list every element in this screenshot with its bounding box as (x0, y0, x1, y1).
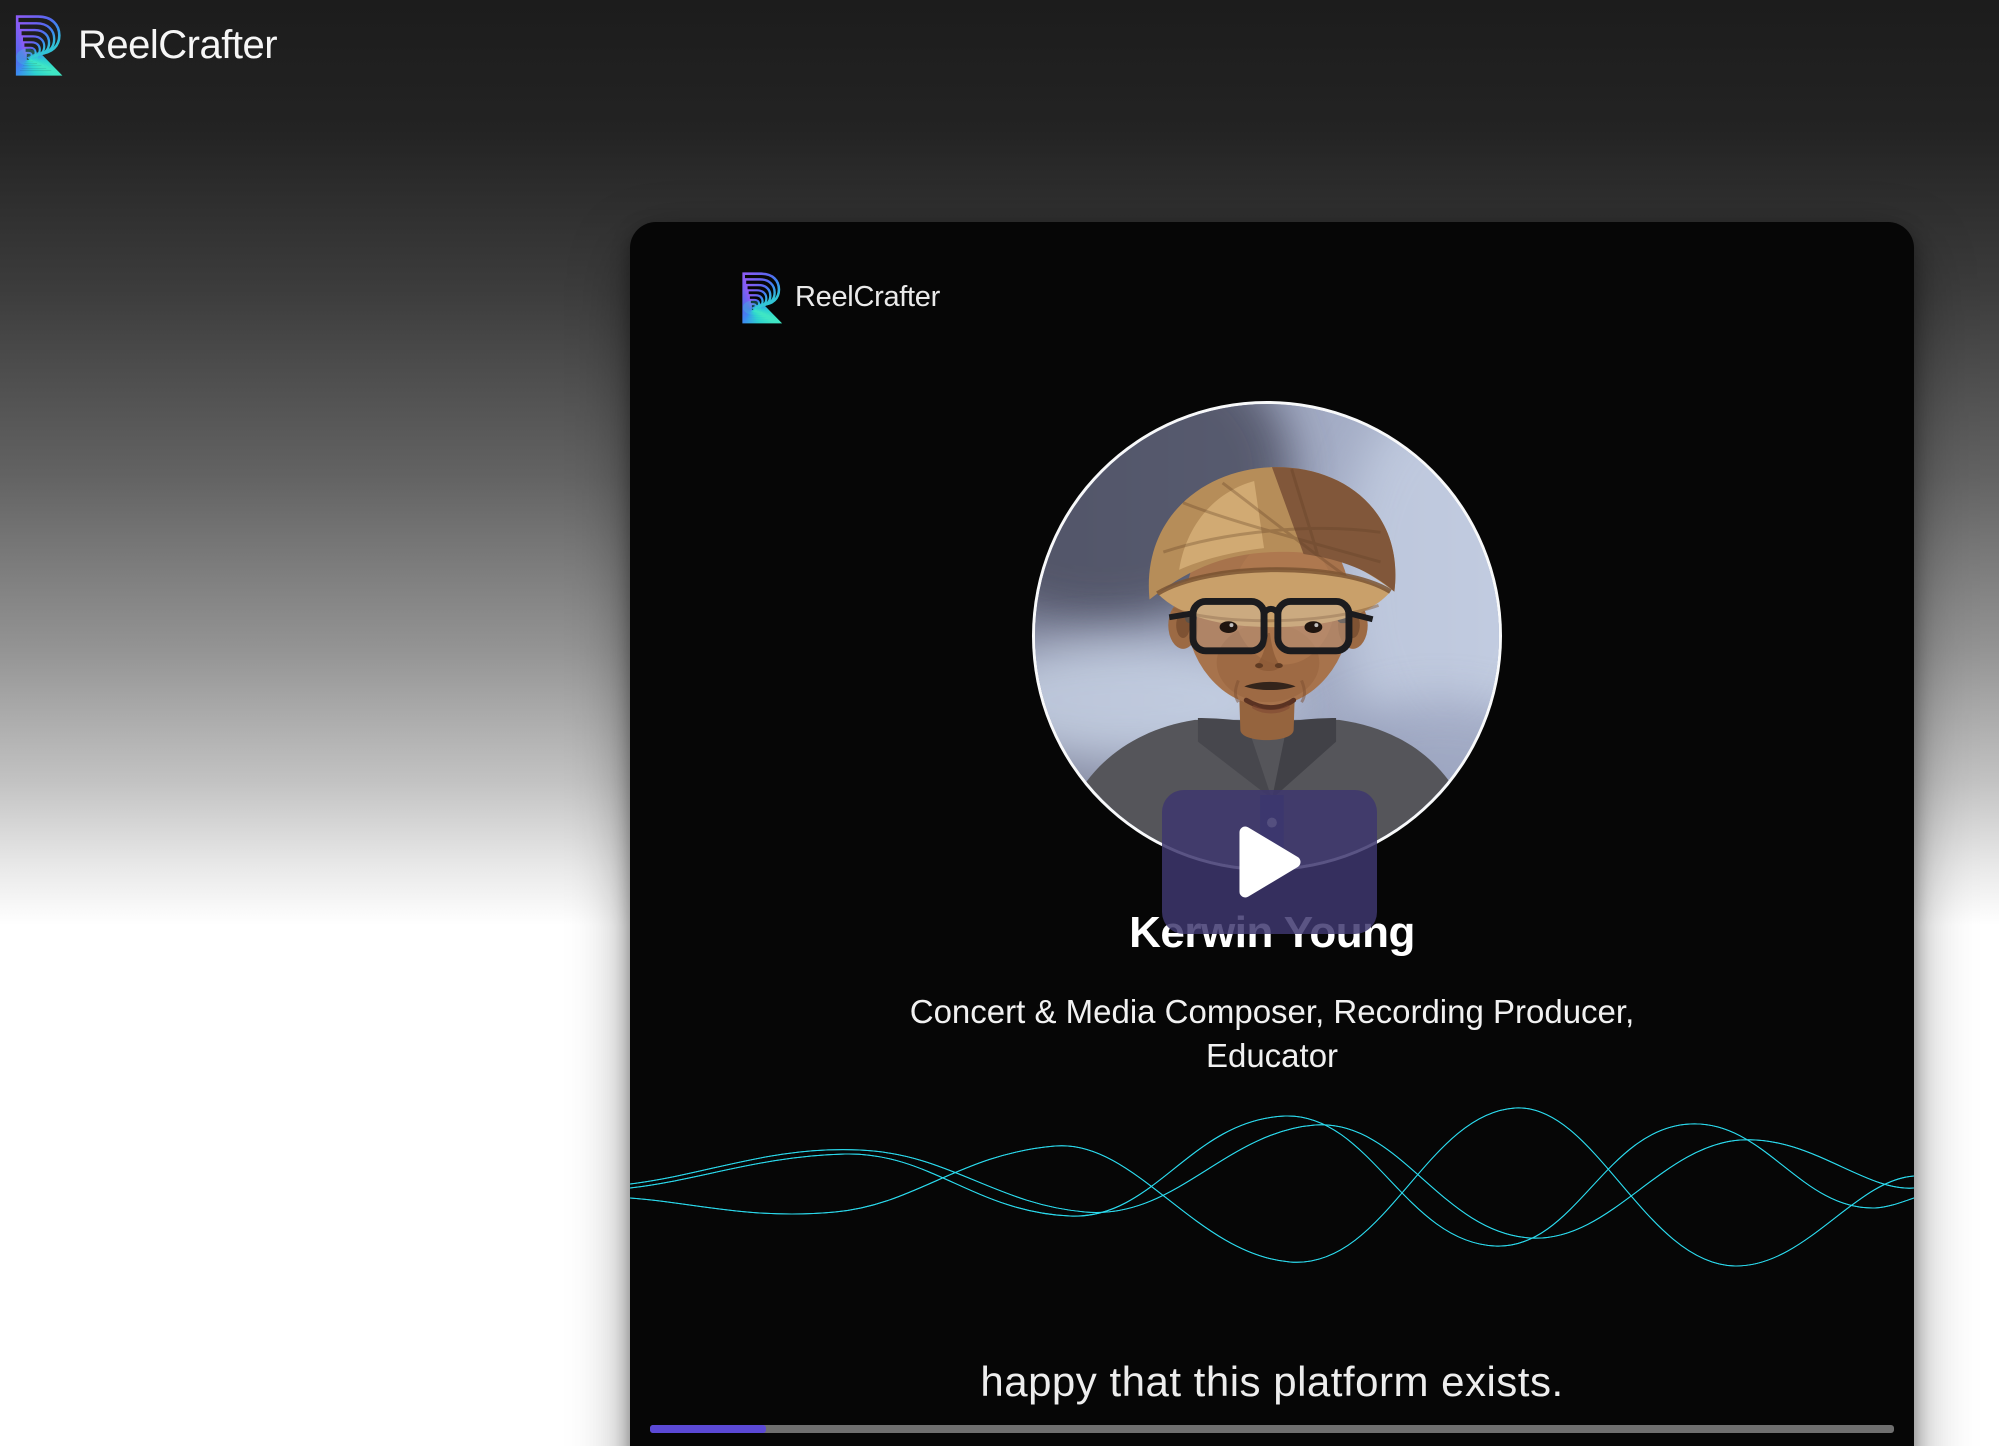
play-icon (1237, 822, 1303, 902)
testimonial-video-card: ReelCrafter (630, 222, 1914, 1446)
person-title-line2: Educator (630, 1034, 1914, 1078)
progress-bar[interactable] (650, 1425, 1894, 1433)
page-background: ReelCrafter ReelCrafter (0, 0, 1999, 1446)
person-title: Concert & Media Composer, Recording Prod… (630, 990, 1914, 1078)
progress-fill (650, 1425, 766, 1433)
caption-text: happy that this platform exists. (630, 1358, 1914, 1406)
header-brand[interactable]: ReelCrafter (8, 12, 277, 78)
waveform-graphic (630, 1062, 1914, 1322)
reelcrafter-logo-icon (736, 270, 782, 325)
reelcrafter-logo-icon (8, 12, 63, 78)
person-title-line1: Concert & Media Composer, Recording Prod… (630, 990, 1914, 1034)
card-brand-label: ReelCrafter (795, 281, 940, 314)
header-brand-label: ReelCrafter (78, 23, 277, 68)
play-button[interactable] (1162, 790, 1377, 934)
card-brand: ReelCrafter (736, 270, 940, 325)
